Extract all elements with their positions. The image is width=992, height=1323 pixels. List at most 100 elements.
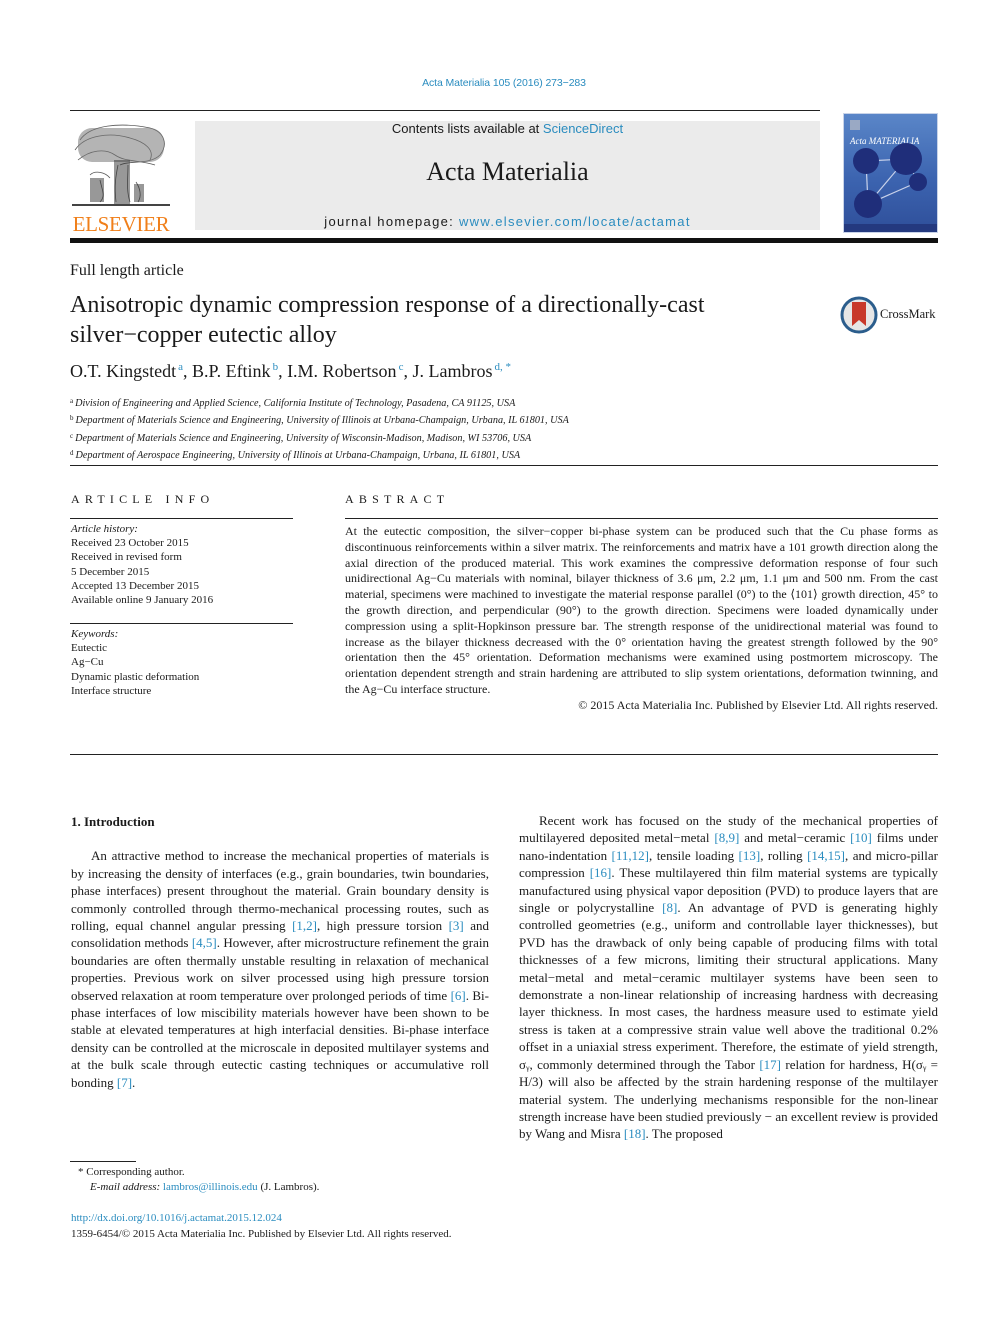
journal-cover-image[interactable]: Acta MATERIALIA (843, 113, 938, 233)
elsevier-tree-icon (72, 124, 170, 206)
affiliation-key: c (70, 431, 74, 440)
contents-line: Contents lists available at ScienceDirec… (195, 121, 820, 136)
author[interactable]: J. Lambros d, * (412, 361, 511, 381)
article-type: Full length article (70, 262, 184, 279)
citation-link[interactable]: [4,5] (192, 935, 217, 950)
keywords-divider (70, 623, 293, 624)
article-info-divider (70, 518, 293, 519)
citation-link[interactable]: [14,15] (807, 848, 845, 863)
issn-copyright: 1359-6454/© 2015 Acta Materialia Inc. Pu… (71, 1228, 452, 1240)
history-item: Received 23 October 2015 (71, 537, 189, 550)
citation-link[interactable]: [17] (759, 1057, 781, 1072)
footnote-divider (70, 1161, 136, 1162)
body-text: , high pressure torsion (316, 918, 449, 934)
email-link[interactable]: lambros@illinois.edu (163, 1181, 258, 1193)
journal-header-box: Contents lists available at ScienceDirec… (195, 121, 820, 230)
body-text: . An advantage of PVD is generating high… (519, 900, 938, 1072)
article-title: Anisotropic dynamic compression response… (70, 292, 705, 348)
header-divider (70, 110, 820, 111)
affiliation-key: a (70, 397, 74, 405)
abstract-copyright: © 2015 Acta Materialia Inc. Published by… (578, 697, 938, 712)
body-paragraph: Recent work has focused on the study of … (519, 812, 938, 1143)
author[interactable]: O.T. Kingstedt a (70, 361, 183, 381)
citation-link[interactable]: [7] (117, 1075, 132, 1090)
author-name: I.M. Robertson (287, 361, 397, 381)
homepage-prefix: journal homepage: (324, 214, 459, 229)
sciencedirect-link[interactable]: ScienceDirect (543, 121, 623, 136)
history-label: Article history: (71, 523, 138, 535)
citation-link[interactable]: [13] (739, 848, 761, 863)
body-text: . (132, 1074, 136, 1090)
history-item: Received in revised form (71, 551, 182, 564)
affiliation-text: Department of Aerospace Engineering, Uni… (75, 449, 521, 461)
abstract: At the eutectic composition, the silver−… (345, 524, 938, 714)
body-text: , rolling (760, 847, 808, 863)
email-suffix: (J. Lambros). (257, 1181, 320, 1193)
crossmark-button[interactable]: CrossMark (840, 296, 940, 334)
keyword: Ag−Cu (71, 656, 104, 669)
keyword: Interface structure (71, 684, 152, 697)
abstract-heading: ABSTRACT (345, 492, 450, 506)
doi-block: http://dx.doi.org/10.1016/j.actamat.2015… (71, 1210, 451, 1242)
body-column-left: 1. Introduction An attractive method to … (71, 813, 489, 1091)
keyword: Dynamic plastic deformation (71, 670, 200, 683)
affiliation-list: a Division of Engineering and Applied Sci… (70, 394, 569, 463)
keyword: Eutectic (71, 642, 108, 655)
author-separator: , (183, 361, 193, 381)
doi-link[interactable]: http://dx.doi.org/10.1016/j.actamat.2015… (71, 1210, 451, 1226)
footnotes: * Corresponding author. E-mail address: … (78, 1165, 319, 1195)
history-item: Accepted 13 December 2015 (71, 579, 199, 592)
journal-homepage-link[interactable]: www.elsevier.com/locate/actamat (459, 214, 691, 229)
citation-link[interactable]: [6] (451, 988, 466, 1003)
citation-link[interactable]: [10] (850, 830, 872, 845)
article-history: Article history: Received 23 October 201… (71, 522, 213, 607)
author-name: O.T. Kingstedt (70, 361, 177, 381)
affiliation: a Division of Engineering and Applied Sci… (70, 394, 569, 411)
body-text: , tensile loading (648, 847, 739, 863)
citation-link[interactable]: [3] (449, 918, 464, 933)
citation-link[interactable]: [11,12] (612, 848, 649, 863)
email-line: E-mail address: lambros@illinois.edu (J.… (78, 1180, 319, 1195)
abstract-body: At the eutectic composition, the silver−… (345, 524, 938, 696)
author-separator: , (278, 361, 288, 381)
journal-name: Acta Materialia (426, 157, 589, 186)
elsevier-logo[interactable]: ELSEVIER (70, 120, 172, 236)
author-affiliation-ref[interactable]: d, * (494, 361, 511, 373)
crossmark-icon (840, 296, 878, 334)
citation-link[interactable]: [16] (590, 865, 612, 880)
affiliation-key: b (70, 414, 74, 423)
affiliation: b Department of Materials Science and Eng… (70, 411, 569, 428)
body-text: . The proposed (645, 1126, 723, 1142)
citation-link[interactable]: [18] (624, 1126, 646, 1141)
section-heading: 1. Introduction (71, 814, 155, 829)
affiliation-text: Department of Materials Science and Engi… (75, 415, 569, 427)
citation-link[interactable]: [8] (662, 900, 677, 915)
body-text: and metal−ceramic (739, 830, 851, 846)
article-info-heading: ARTICLE INFO (71, 492, 215, 506)
history-item: 5 December 2015 (71, 565, 150, 578)
author[interactable]: B.P. Eftink b (192, 361, 278, 381)
author-list: O.T. Kingstedt a, B.P. Eftink b, I.M. Robe… (70, 361, 511, 382)
affiliation-key: d (70, 448, 74, 457)
body-column-right: Recent work has focused on the study of … (519, 812, 938, 1143)
journal-cover-icon: Acta MATERIALIA (844, 120, 937, 232)
abstract-divider (345, 518, 938, 519)
author-name: B.P. Eftink (192, 361, 271, 381)
author-name: J. Lambros (412, 361, 493, 381)
citation-link[interactable]: [8,9] (714, 830, 739, 845)
contents-prefix: Contents lists available at (391, 121, 543, 136)
abstract-end-divider (70, 754, 938, 755)
header-thick-divider (70, 238, 938, 243)
journal-citation-link[interactable]: Acta Materialia 105 (2016) 273−283 (0, 77, 992, 89)
affiliation-text: Department of Materials Science and Engi… (75, 432, 532, 444)
history-item: Available online 9 January 2016 (71, 594, 214, 607)
affiliation-text: Division of Engineering and Applied Scie… (75, 398, 516, 409)
affiliation: c Department of Materials Science and Eng… (70, 429, 569, 446)
body-paragraph: An attractive method to increase the mec… (71, 847, 489, 1091)
author[interactable]: I.M. Robertson c (287, 361, 403, 381)
homepage-line: journal homepage: www.elsevier.com/locat… (195, 214, 820, 229)
keywords: Keywords: Eutectic Ag−Cu Dynamic plastic… (71, 627, 199, 698)
corresponding-author-note: * Corresponding author. (78, 1166, 185, 1178)
email-label: E-mail address: (90, 1181, 163, 1193)
citation-link[interactable]: [1,2] (292, 918, 317, 933)
